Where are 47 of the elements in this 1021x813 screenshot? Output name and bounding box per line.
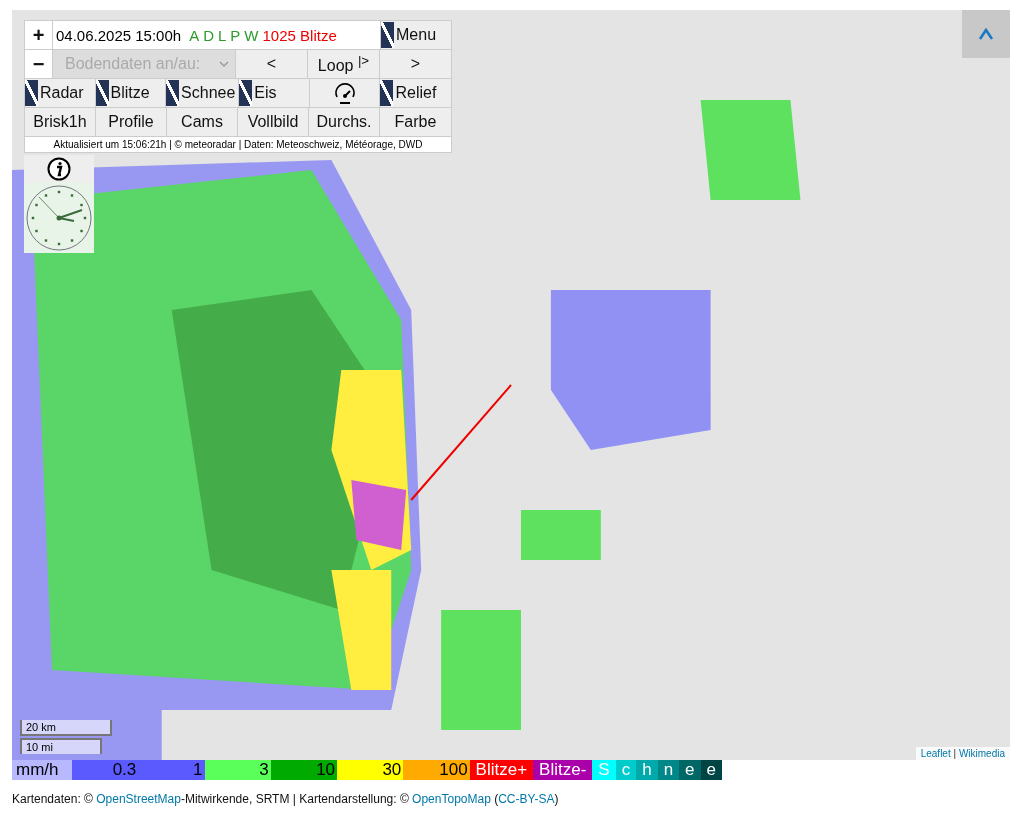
layer-toggle[interactable]: Eis <box>239 79 310 107</box>
info-icon <box>47 157 71 181</box>
legend-swatch: 3 <box>204 760 271 780</box>
scale-bar: 10 mi <box>20 738 102 754</box>
legend-swatch: 30 <box>337 760 404 780</box>
attribution-link[interactable]: Leaflet <box>920 748 951 759</box>
scale-bar: 20 km <box>20 720 112 736</box>
legend-swatch: 100 <box>403 760 470 780</box>
footer-text: ( <box>493 792 499 806</box>
legend-swatch: mm/h <box>12 760 72 780</box>
clock-icon <box>24 183 94 253</box>
chevron-up-icon <box>978 28 994 40</box>
info-button[interactable] <box>24 155 94 183</box>
attribution-link[interactable]: Wikimedia <box>958 748 1005 759</box>
lightning-count: 1025 Blitze <box>262 26 337 44</box>
legend-swatch: n <box>657 760 680 780</box>
layer-toggle[interactable]: Blitze <box>95 79 167 107</box>
caret-icon <box>219 61 229 67</box>
attribution-separator: | <box>952 748 958 759</box>
footer-text: -Mitwirkende, SRTM | Kartendarstellung: © <box>180 792 410 806</box>
update-credit: Aktualisiert um 15:06:21h | © meteoradar | Daten: Meteoschweiz, Météorage, DWD <box>25 137 451 152</box>
source-label: W <box>244 26 259 44</box>
zoom-out-button[interactable]: − <box>25 50 53 78</box>
footer-text: Kartendaten: © <box>12 792 94 806</box>
legend-swatch: h <box>636 760 658 780</box>
legend-swatch: c <box>615 760 637 780</box>
footer-link[interactable]: CC-BY-SA <box>498 792 555 806</box>
legend-swatch: S <box>592 760 616 780</box>
footer-link[interactable]: OpenTopoMap <box>412 792 491 806</box>
gauge-icon <box>332 81 357 105</box>
layer-toggle[interactable]: Schnee <box>166 79 240 107</box>
layer-toggle[interactable]: Radar <box>25 79 96 107</box>
legend-swatch: 10 <box>270 760 338 780</box>
legend-swatch: Blitze+ <box>469 760 534 780</box>
legend-swatch: Blitze- <box>533 760 593 780</box>
source-label: L <box>218 26 227 44</box>
source-label: A <box>189 26 200 44</box>
timestamp: 04.06.2025 15:00h <box>56 26 182 44</box>
legend-swatch: e <box>700 760 723 780</box>
legend-swatch: 0.3 <box>72 760 139 780</box>
legend-swatch: e <box>679 760 701 780</box>
source-label: D <box>203 26 214 44</box>
zoom-in-button[interactable]: + <box>25 21 53 49</box>
footer-link[interactable]: OpenStreetMap <box>96 792 181 806</box>
footer-text: ) <box>554 792 559 806</box>
legend-swatch: 1 <box>138 760 205 780</box>
source-label: P <box>230 26 241 44</box>
